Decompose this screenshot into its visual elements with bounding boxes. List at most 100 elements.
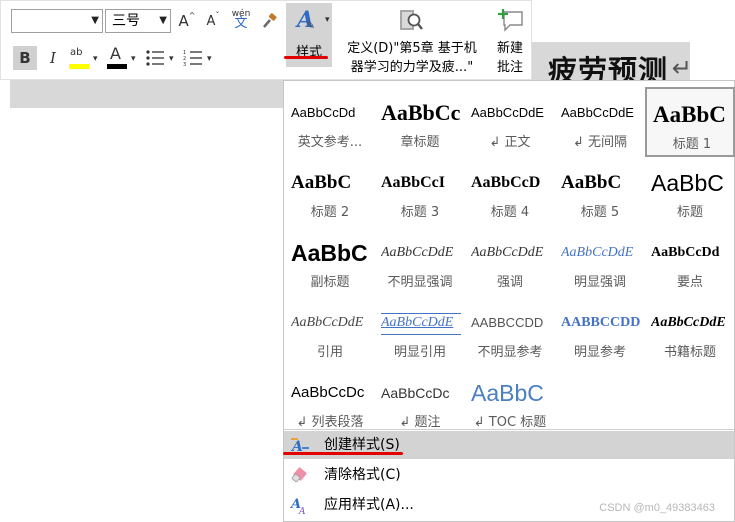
style-item[interactable]: AaBbC 标题 5: [555, 157, 645, 227]
style-item[interactable]: AaBbCcDdE ↲ 正文: [465, 87, 555, 157]
style-item[interactable]: AaBbCcDd 章标题: [375, 87, 465, 157]
style-item[interactable]: AaBbCcI 标题 3: [375, 157, 465, 227]
style-name: ↲ TOC 标题: [473, 415, 547, 430]
style-item[interactable]: AaBbCcDdE 不明显强调: [375, 227, 465, 297]
style-name: 标题: [676, 205, 703, 220]
style-name: 章标题: [400, 135, 440, 150]
bullets-button[interactable]: [143, 46, 167, 70]
style-name: 标题 4: [490, 205, 530, 220]
grow-font-button[interactable]: A ^: [175, 9, 199, 33]
style-name: 标题 5: [580, 205, 620, 220]
style-sample: AaBbCcDdE: [291, 315, 364, 330]
style-item[interactable]: AaBbC ↲ TOC 标题: [465, 367, 555, 437]
style-item[interactable]: AaBbCcDdE 明显强调: [555, 227, 645, 297]
style-name: 书籍标题: [663, 345, 716, 360]
style-item[interactable]: AaBbCcDdE 引用: [285, 297, 375, 367]
define-label-line1: 定义(D)"第5章 基于机: [347, 41, 477, 56]
style-sample: AaBbC: [653, 102, 726, 127]
highlighter-icon: ab: [69, 47, 89, 69]
font-color-icon: A: [107, 44, 127, 69]
style-sample: AaBbCcDdE: [471, 105, 544, 120]
style-item[interactable]: AaBbCcDd 英文参考...: [285, 87, 375, 157]
chevron-down-icon[interactable]: ▾: [169, 54, 174, 64]
style-sample: AaBbCcDdE: [471, 245, 544, 260]
style-name: 明显引用: [393, 345, 446, 360]
define-label: 定义(D)"第5章 基于机 器学习的力学及疲...": [335, 39, 489, 77]
styles-gallery-panel: AaBbCcDd英文参考...AaBbCcDd章标题AaBbCcDdE↲ 正文A…: [283, 80, 735, 522]
shrink-font-icon: A: [206, 13, 216, 29]
bold-icon: B: [19, 49, 31, 67]
style-name: ↲ 列表段落: [296, 415, 364, 430]
style-item[interactable]: AaBbCcD 标题 4: [465, 157, 555, 227]
chevron-down-icon: ▼: [159, 15, 167, 26]
style-sample: AaBbCcDd: [651, 245, 720, 260]
style-item[interactable]: AaBbCcDd 要点: [645, 227, 735, 297]
style-name: 英文参考...: [297, 135, 363, 150]
style-name: 要点: [676, 275, 703, 290]
bold-button[interactable]: B: [13, 46, 37, 70]
style-sample: AABBCCDD: [561, 315, 641, 330]
style-name: 标题 1: [672, 137, 712, 152]
chevron-down-icon[interactable]: ▾: [207, 54, 212, 64]
style-name: 不明显参考: [477, 345, 543, 360]
new-comment-label-line1: 新建: [496, 41, 523, 56]
font-color-glyph: A: [110, 44, 121, 63]
style-item[interactable]: AaBbCcDdE ↲ 无间隔: [555, 87, 645, 157]
style-sample: AaBbCcDdE: [561, 245, 634, 260]
style-name: 标题 3: [400, 205, 440, 220]
style-item[interactable]: AaBbCcDdE 明显引用: [375, 297, 465, 367]
clear-formatting-menu-item[interactable]: 清除格式(C): [284, 461, 734, 489]
style-name: 明显强调: [573, 275, 626, 290]
font-color-button[interactable]: A: [105, 44, 129, 70]
style-sample: AaBbC: [561, 172, 622, 193]
format-painter-button[interactable]: [257, 9, 281, 33]
style-item[interactable]: AaBbC 标题 1: [645, 87, 735, 157]
style-sample: AaBbC: [291, 172, 352, 193]
chevron-down-icon: ▼: [91, 15, 99, 26]
style-item[interactable]: AaBbCcDdE 书籍标题: [645, 297, 735, 367]
style-item[interactable]: AaBbCcDc ↲ 列表段落: [285, 367, 375, 437]
style-name: 副标题: [310, 275, 350, 290]
bullet-list-icon: [146, 50, 164, 66]
define-book-icon: [400, 10, 423, 30]
style-item[interactable]: AABBCCDD 明显参考: [555, 297, 645, 367]
style-name: 不明显强调: [387, 275, 453, 290]
numbered-list-icon: 1 2 3: [183, 50, 202, 67]
highlight-button[interactable]: ab: [67, 46, 91, 70]
eraser-icon: [291, 467, 307, 483]
phonetic-guide-button[interactable]: wén 文: [229, 7, 253, 31]
style-item[interactable]: AaBbC 标题 2: [285, 157, 375, 227]
numbering-button[interactable]: 1 2 3: [181, 46, 205, 70]
font-size-select[interactable]: 三号 ▼: [105, 9, 171, 33]
style-name: ↲ 正文: [489, 135, 531, 150]
style-item[interactable]: AaBbC 副标题: [285, 227, 375, 297]
style-sample: AaBbCcDd: [291, 105, 356, 120]
style-item[interactable]: AaBbC 标题: [645, 157, 735, 227]
style-name: 强调: [496, 275, 523, 290]
style-item[interactable]: AABBCCDD 不明显参考: [465, 297, 555, 367]
new-comment-button[interactable]: 新建 批注: [491, 3, 529, 77]
style-sample: AaBbCcD: [471, 174, 541, 191]
menu-divider: [284, 429, 734, 430]
style-name: 标题 2: [310, 205, 350, 220]
style-name: ↲ 题注: [399, 415, 441, 430]
chevron-down-icon: ▾: [325, 15, 330, 25]
watermark: CSDN @m0_49383463: [599, 502, 715, 514]
style-item[interactable]: AaBbCcDdE 强调: [465, 227, 555, 297]
svg-text:A: A: [298, 507, 306, 515]
italic-icon: I: [50, 49, 56, 67]
svg-text:3: 3: [183, 62, 186, 67]
italic-button[interactable]: I: [41, 46, 65, 70]
style-sample: AaBbCcDdE: [561, 105, 634, 120]
apply-styles-icon: A A: [290, 497, 306, 515]
shrink-font-button[interactable]: Aˇ: [201, 9, 225, 33]
define-button[interactable]: 定义(D)"第5章 基于机 器学习的力学及疲...": [335, 3, 489, 77]
new-comment-icon: [498, 9, 523, 32]
chevron-down-icon[interactable]: ▾: [131, 54, 136, 64]
style-sample: AaBbCcDdE: [651, 315, 726, 330]
style-item[interactable]: AaBbCcDc ↲ 题注: [375, 367, 465, 437]
chevron-down-icon[interactable]: ▾: [93, 54, 98, 64]
font-name-select[interactable]: ▼: [11, 9, 103, 33]
style-sample: AaBbCcDd: [381, 100, 461, 125]
style-name: ↲ 无间隔: [572, 135, 628, 150]
